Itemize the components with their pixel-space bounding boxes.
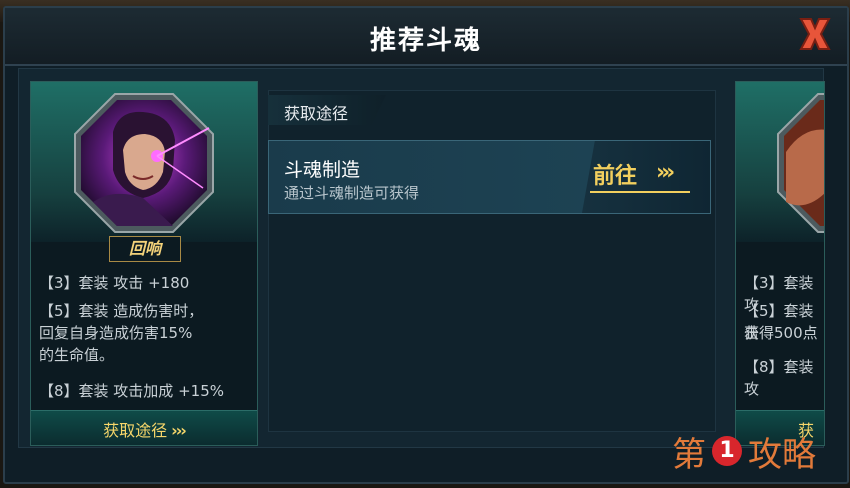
title-bar: 推荐斗魂 <box>5 8 847 66</box>
fighter-portrait-icon <box>74 93 214 233</box>
route-description: 通过斗魂制造可获得 <box>284 184 420 202</box>
watermark-pre: 第 <box>672 434 706 475</box>
card-source-button[interactable]: 获取途径 ››› <box>31 410 257 445</box>
close-button[interactable] <box>793 10 837 58</box>
soul-card[interactable]: 回响 【3】套装 攻击 +180 【5】套装 造成伤害时， 回复自身造成伤害15… <box>30 81 258 446</box>
source-section-label: 获取途径 <box>284 104 349 123</box>
watermark-number: 1 <box>712 436 742 466</box>
window-title: 推荐斗魂 <box>369 26 482 56</box>
soul-card-next[interactable]: 【3】套装 攻 【5】套装 击 获得500点 【8】套装 攻 获 <box>735 81 825 446</box>
go-button-label: 前往 <box>593 164 638 189</box>
set-effect-8: 【8】套装 攻 <box>744 358 814 398</box>
set-effect-5-line2: 回复自身造成伤害15% <box>39 324 193 342</box>
fighter-portrait-icon <box>777 93 824 233</box>
site-watermark: 第 1 攻略 <box>672 428 816 475</box>
soul-name: 回响 <box>109 236 181 262</box>
watermark-post: 攻略 <box>748 434 816 475</box>
set-effect-5-line3: 的生命值。 <box>39 346 115 364</box>
close-x-icon <box>799 18 831 50</box>
set-effect-3: 【3】套装 攻击 +180 <box>39 274 190 292</box>
triple-chevron-icon: ››› <box>656 160 675 185</box>
card-source-label: 获取途径 <box>103 421 168 440</box>
set-effect-8: 【8】套装 攻击加成 +15% <box>39 382 224 400</box>
card-source-link: 获取途径 ››› <box>31 417 257 441</box>
route-title: 斗魂制造 <box>284 159 361 181</box>
triple-chevron-icon: ››› <box>171 421 187 440</box>
go-button-underline <box>590 191 690 193</box>
set-effect-5-line2: 获得500点 <box>744 324 818 342</box>
set-effect-5: 【5】套装 造成伤害时， <box>39 302 204 320</box>
